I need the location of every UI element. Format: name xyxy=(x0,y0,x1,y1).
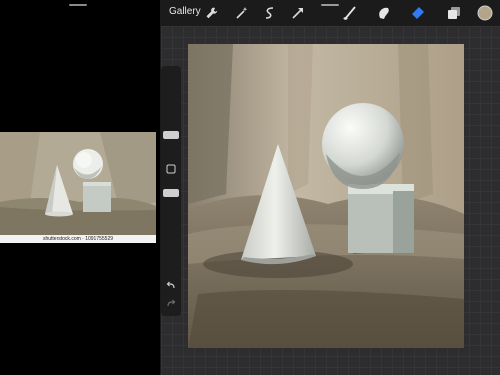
side-toolbar xyxy=(161,66,181,316)
redo-icon[interactable] xyxy=(165,297,177,309)
opacity-slider[interactable] xyxy=(163,189,179,197)
layers-icon[interactable] xyxy=(445,4,463,22)
brush-size-slider[interactable] xyxy=(163,131,179,139)
selection-icon[interactable] xyxy=(261,4,279,22)
toolbar-drag-handle[interactable] xyxy=(321,4,339,6)
reference-drag-handle[interactable] xyxy=(69,4,87,6)
painting-canvas[interactable] xyxy=(188,44,464,348)
color-icon[interactable] xyxy=(476,4,494,22)
undo-icon[interactable] xyxy=(165,279,177,291)
brush-icon[interactable] xyxy=(341,4,359,22)
magic-wand-icon[interactable] xyxy=(233,4,251,22)
gallery-button[interactable]: Gallery xyxy=(169,6,201,17)
eraser-icon[interactable] xyxy=(409,4,427,22)
top-toolbar: Gallery xyxy=(161,0,500,26)
reference-image[interactable] xyxy=(0,132,156,235)
transform-arrow-icon[interactable] xyxy=(289,4,307,22)
smudge-icon[interactable] xyxy=(375,4,393,22)
wrench-icon[interactable] xyxy=(203,4,221,22)
reference-panel: shutterstock.com · 1091755529 xyxy=(0,0,160,375)
reference-caption: shutterstock.com · 1091755529 xyxy=(0,235,156,243)
modify-button[interactable] xyxy=(165,163,177,175)
